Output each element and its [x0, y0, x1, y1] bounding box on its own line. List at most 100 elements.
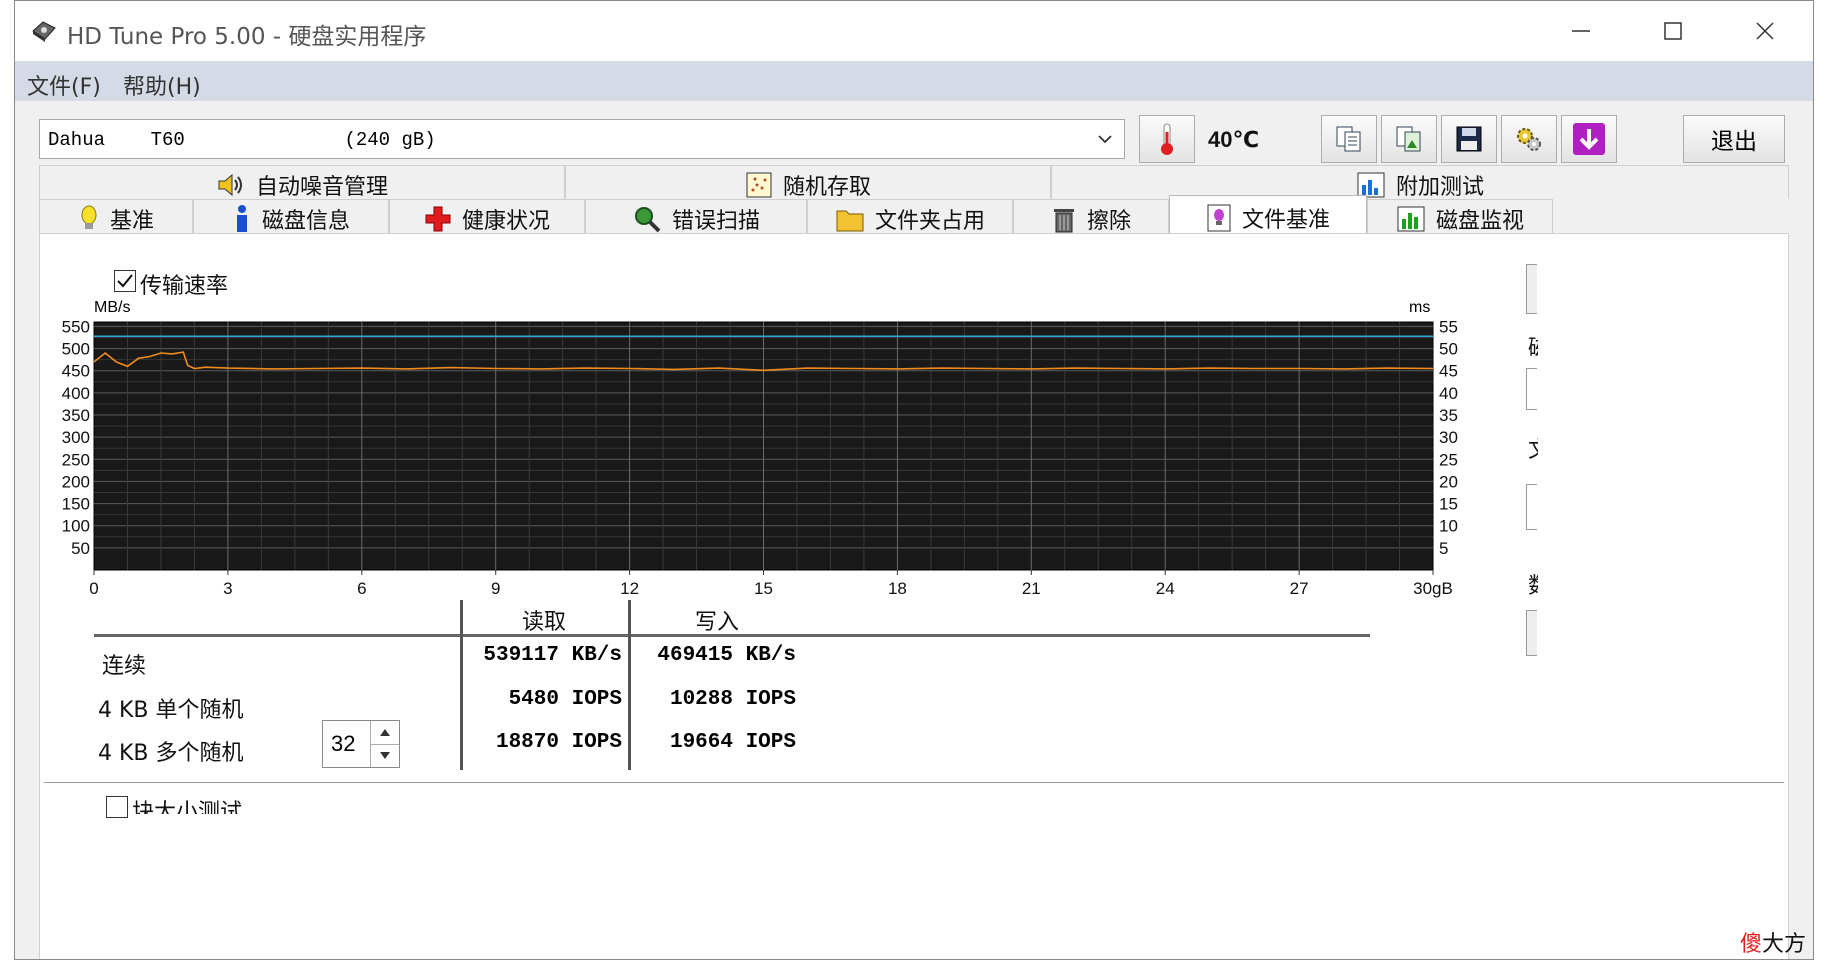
x-tick-label: 18: [888, 579, 907, 598]
x-tick-label: 27: [1290, 579, 1309, 598]
y-tick-label-left: 450: [62, 362, 90, 381]
queue-depth-spinner[interactable]: 32: [322, 720, 400, 768]
y-tick-label-left: 400: [62, 384, 90, 403]
file-bulb-icon: [1207, 204, 1231, 231]
menu-file[interactable]: 文件(F): [27, 69, 101, 101]
y-tick-label-left: 100: [62, 517, 90, 536]
spinner-buttons: [370, 721, 399, 767]
x-tick-label: 12: [620, 579, 639, 598]
download-button[interactable]: [1561, 115, 1617, 163]
tab-row-bottom: 基准 磁盘信息 健康状况 错误扫描 文件夹占用 擦除 文件基准 磁盘监视: [39, 195, 1789, 239]
tab-extra-tests[interactable]: 附加测试: [1051, 165, 1789, 203]
sequential-read-value: 539117 KB/s: [483, 644, 622, 667]
y-tick-label-right: 45: [1439, 362, 1458, 381]
menu-bar: 文件(F) 帮助(H): [15, 61, 1813, 101]
checkmark-icon: [117, 274, 133, 288]
y-tick-label-left: 500: [62, 340, 90, 359]
tab-erase[interactable]: 擦除: [1013, 199, 1169, 237]
exit-button[interactable]: 退出: [1683, 115, 1785, 163]
minimize-button[interactable]: [1535, 1, 1627, 61]
minimize-icon: [1572, 30, 1590, 32]
temperature-button[interactable]: [1139, 115, 1195, 163]
transfer-rate-checkbox[interactable]: [114, 270, 136, 292]
lightbulb-icon: [81, 205, 97, 229]
copy-text-button[interactable]: [1321, 115, 1377, 163]
side-control-3[interactable]: [1526, 484, 1537, 530]
spin-down-icon[interactable]: [371, 745, 399, 767]
menu-help[interactable]: 帮助(H): [123, 69, 201, 101]
y-axis-label-left: MB/s: [94, 299, 130, 316]
grid: [94, 322, 1433, 570]
y-tick-label-left: 50: [71, 539, 90, 558]
tab-folder-usage[interactable]: 文件夹占用: [807, 199, 1013, 237]
watermark-black: 大方: [1761, 932, 1806, 957]
tab-error-scan[interactable]: 错误扫描: [585, 199, 807, 237]
y-tick-label-right: 10: [1439, 517, 1458, 536]
speaker-icon: [218, 173, 242, 196]
tab-label: 健康状况: [461, 208, 550, 234]
panel-separator: [44, 782, 1784, 783]
random-multi-label: 4 KB 多个随机: [98, 741, 244, 766]
drive-select-value: Dahua T60 (240 gB): [48, 129, 436, 151]
x-tick-label: 3: [223, 579, 232, 598]
y-tick-label-right: 50: [1439, 340, 1458, 359]
block-size-checkbox[interactable]: [106, 796, 128, 818]
tab-label: 擦除: [1086, 208, 1131, 234]
tab-label: 文件基准: [1241, 207, 1330, 233]
copy-screenshot-button[interactable]: [1381, 115, 1437, 163]
tab-noise-management[interactable]: 自动噪音管理: [39, 165, 565, 203]
x-tick-label: 30gB: [1413, 579, 1453, 598]
app-window: HD Tune Pro 5.00 - 硬盘实用程序 文件(F) 帮助(H) Da…: [14, 0, 1814, 960]
save-button[interactable]: [1441, 115, 1497, 163]
thermometer-icon: [1161, 123, 1173, 155]
y-tick-label-right: 15: [1439, 495, 1458, 514]
options-button[interactable]: [1501, 115, 1557, 163]
sequential-write-value: 469415 KB/s: [657, 644, 796, 667]
magnifier-icon: [634, 206, 661, 232]
tab-label: 基准: [109, 208, 154, 234]
drive-select[interactable]: Dahua T60 (240 gB): [39, 119, 1125, 159]
tab-row-top: 自动噪音管理 随机存取 附加测试: [39, 165, 1789, 203]
read-header: 读取: [522, 610, 567, 635]
hard-disk-icon: [32, 21, 56, 42]
y-tick-label-right: 55: [1439, 317, 1458, 336]
file-benchmark-panel: 传输速率 MB/s ms 550 500 450 400 350 300 250 200 150…: [39, 233, 1789, 959]
tab-label: 磁盘信息: [261, 208, 350, 234]
write-header: 写入: [695, 610, 740, 635]
tab-random-access[interactable]: 随机存取: [565, 165, 1051, 203]
watermark: 傻大方: [1740, 926, 1806, 958]
spin-up-icon[interactable]: [371, 721, 399, 745]
download-arrow-icon: [1573, 123, 1605, 155]
side-control-1[interactable]: [1526, 264, 1537, 314]
red-cross-icon: [425, 206, 451, 231]
watermark-red: 傻: [1739, 932, 1762, 957]
copy-icon: [1336, 126, 1361, 152]
x-tick-label: 0: [89, 579, 98, 598]
gears-icon: [1517, 128, 1541, 151]
tab-health[interactable]: 健康状况: [389, 199, 585, 237]
y-tick-label-left: 150: [62, 495, 90, 514]
maximize-button[interactable]: [1627, 1, 1719, 61]
x-tick-label: 6: [357, 579, 366, 598]
y-axis-label-right: ms: [1409, 299, 1430, 316]
y-tick-label-left: 200: [62, 472, 90, 491]
results-divider-v1: [460, 600, 463, 770]
side-label-3: 数: [1528, 568, 1538, 600]
x-tick-label: 9: [491, 579, 500, 598]
block-size-label: 块大小测试: [132, 800, 243, 814]
tab-benchmark[interactable]: 基准: [39, 199, 193, 237]
random-single-read-value: 5480 IOPS: [508, 688, 622, 711]
y-tick-label-left: 250: [62, 450, 90, 469]
random-single-label: 4 KB 单个随机: [98, 698, 244, 723]
y-tick-label-right: 20: [1439, 472, 1458, 491]
chevron-down-icon: [1098, 135, 1112, 144]
side-control-2[interactable]: [1526, 368, 1537, 410]
side-control-4[interactable]: [1526, 610, 1537, 656]
close-button[interactable]: [1719, 1, 1811, 61]
tab-disk-monitor[interactable]: 磁盘监视: [1367, 199, 1553, 237]
tab-disk-info[interactable]: 磁盘信息: [193, 199, 389, 237]
y-tick-label-right: 40: [1439, 384, 1458, 403]
tab-label: 自动噪音管理: [255, 174, 388, 200]
y-ticks-left: 550 500 450 400 350 300 250 200 150 100 50: [62, 317, 90, 557]
side-label-1: 磁: [1528, 330, 1538, 362]
